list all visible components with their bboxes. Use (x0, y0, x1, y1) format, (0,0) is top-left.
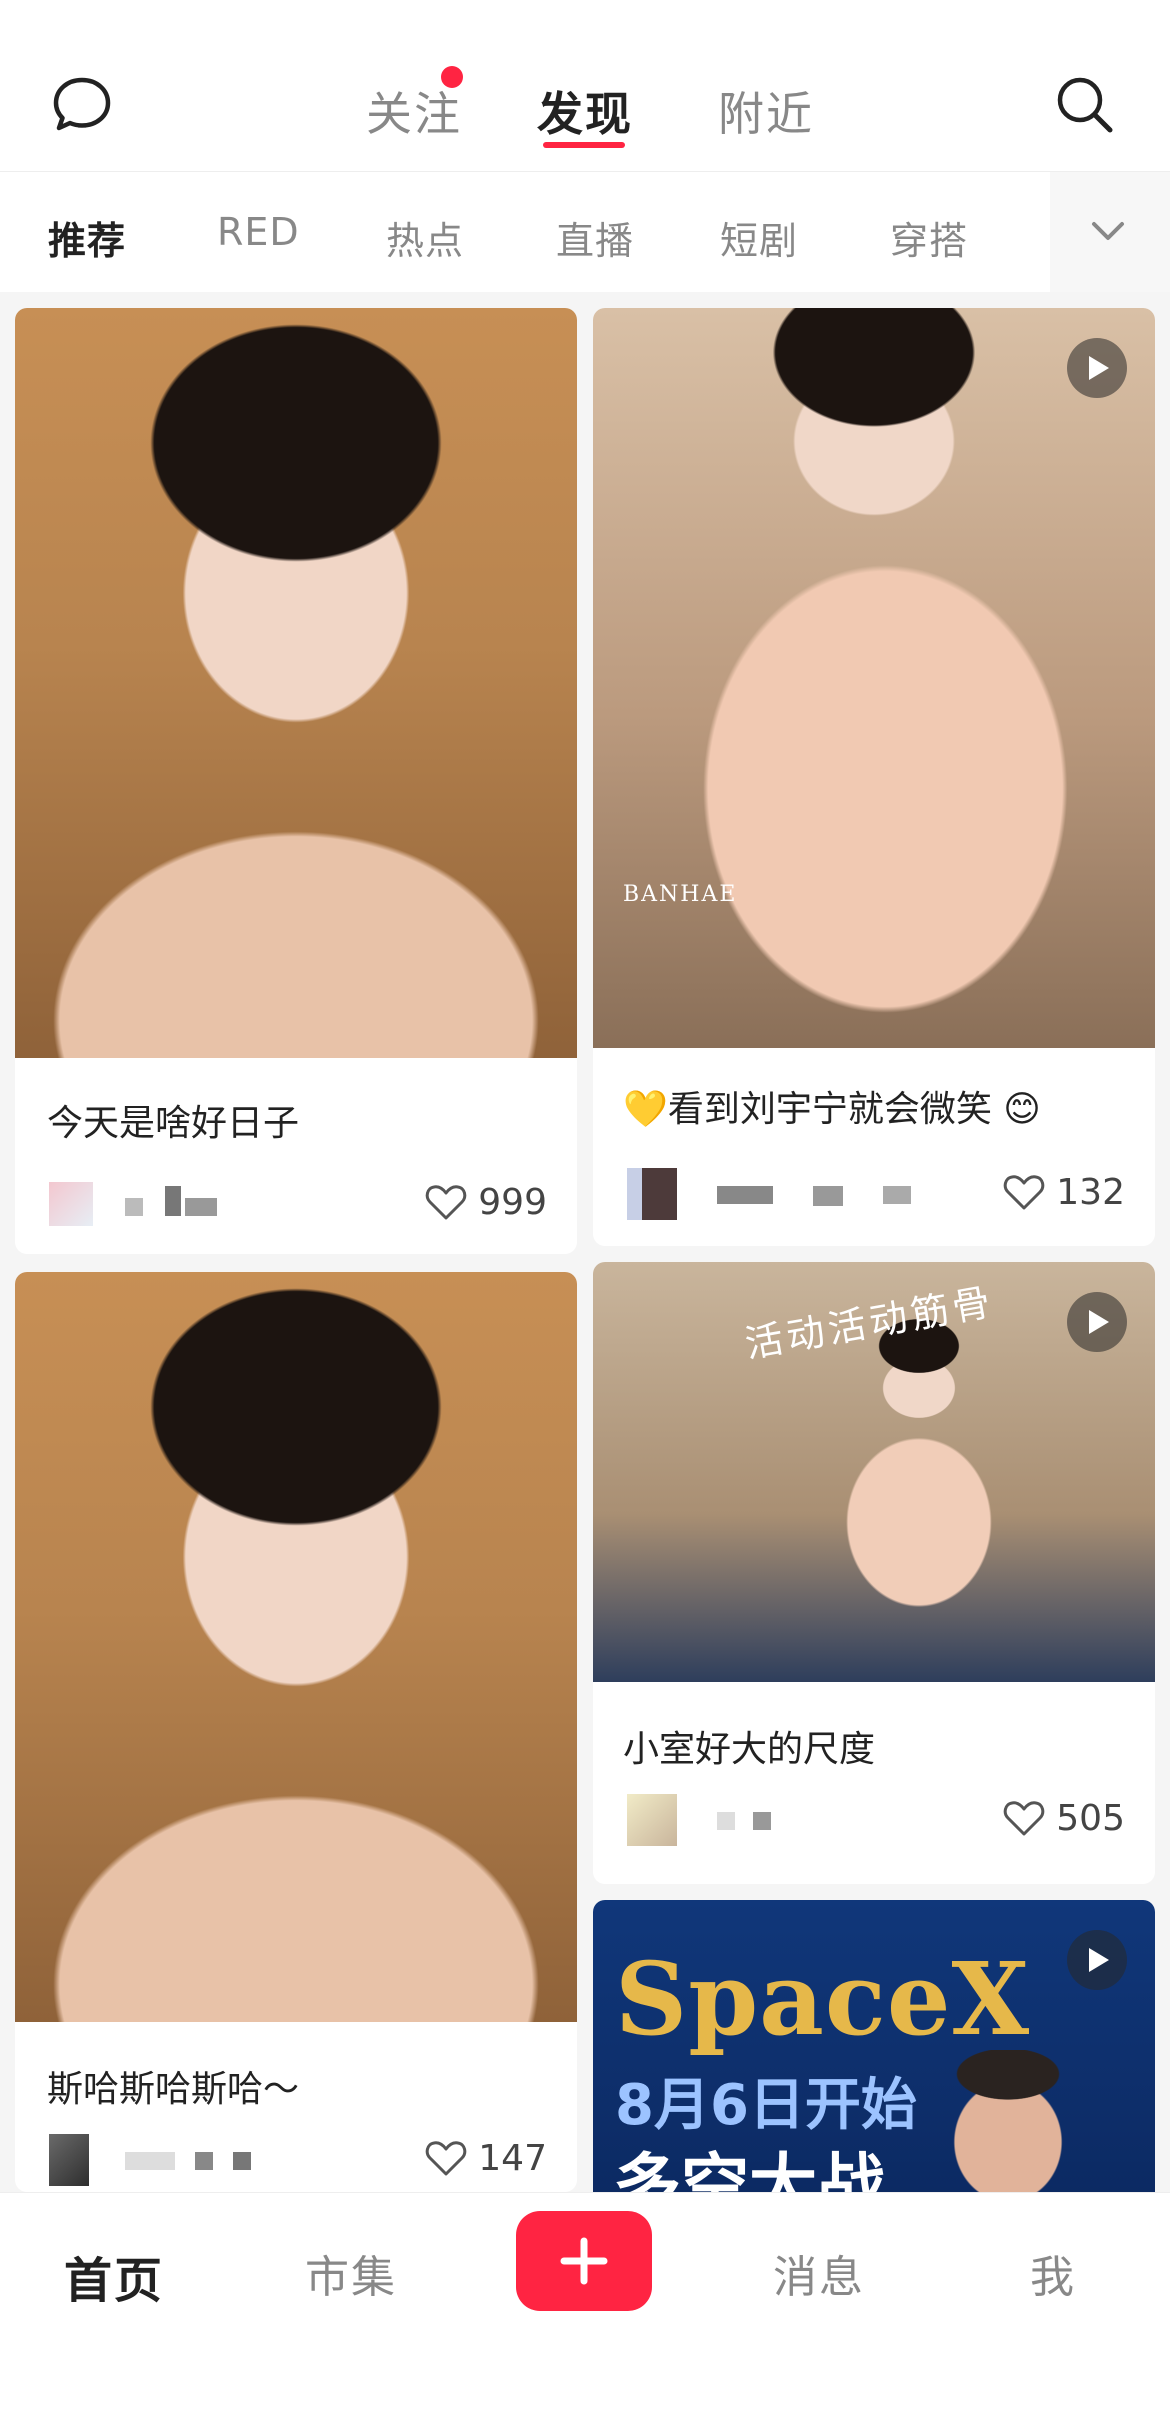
card-title: 今天是啥好日子 (47, 1103, 300, 1144)
ad-date: 8月6日开始 (615, 2073, 917, 2138)
like-counter[interactable]: 505 (1002, 1790, 1125, 1846)
top-navigation: 关注 发现 附近 (0, 0, 1170, 172)
category-red[interactable]: RED (217, 210, 300, 254)
nav-me[interactable]: 我 (1030, 2241, 1076, 2305)
heart-icon (426, 2141, 467, 2176)
video-badge (1067, 1292, 1127, 1352)
card-image (15, 308, 577, 1058)
heart-icon (1004, 1175, 1045, 1210)
play-icon (1089, 1948, 1109, 1972)
category-outfit[interactable]: 穿搭 (890, 210, 968, 265)
like-counter[interactable]: 147 (424, 2130, 547, 2186)
avatar (627, 1168, 677, 1220)
card-image (15, 1272, 577, 2022)
heart-icon (1004, 1801, 1045, 1836)
like-count: 505 (1056, 1797, 1125, 1839)
author-info[interactable] (39, 1174, 339, 1230)
like-counter[interactable]: 999 (424, 1174, 547, 1230)
plus-icon (560, 2237, 608, 2285)
author-name-blurred (233, 2152, 251, 2170)
author-name-blurred (753, 1812, 771, 1830)
chat-bubble-icon[interactable] (50, 72, 114, 136)
card-image: BANHAE (593, 308, 1155, 1048)
category-expand-button[interactable] (1050, 172, 1170, 292)
card-title: 💛看到刘宇宁就会微笑 😊 (623, 1089, 1041, 1130)
active-tab-indicator (543, 142, 625, 148)
search-icon[interactable] (1052, 72, 1116, 136)
feed-card[interactable]: BANHAE 💛看到刘宇宁就会微笑 😊 132 (593, 308, 1155, 1246)
author-name-blurred (165, 1186, 181, 1216)
card-title: 小室好大的尺度 (623, 1729, 876, 1770)
play-icon (1089, 356, 1109, 380)
bottom-navigation: 首页 市集 消息 我 (0, 2192, 1170, 2429)
tab-follow[interactable]: 关注 (366, 78, 462, 144)
author-name-blurred (125, 2152, 175, 2170)
video-badge (1067, 338, 1127, 398)
avatar (627, 1794, 677, 1846)
author-name-blurred (883, 1186, 911, 1204)
author-name-blurred (717, 1186, 773, 1204)
nav-home[interactable]: 首页 (64, 2241, 164, 2311)
tab-discover[interactable]: 发现 (537, 78, 633, 144)
video-badge (1067, 1930, 1127, 1990)
video-overlay-text: 活动活动筋骨 (741, 1279, 998, 1367)
author-name-blurred (185, 1198, 217, 1216)
ad-subtitle: 多空大战 (613, 2147, 886, 2192)
tab-nearby[interactable]: 附近 (718, 78, 814, 144)
feed-card[interactable]: 活动活动筋骨 小室好大的尺度 505 (593, 1262, 1155, 1884)
watermark-text: BANHAE (623, 882, 738, 907)
category-bar: 推荐 RED 热点 直播 短剧 穿搭 (0, 172, 1170, 292)
feed-card[interactable]: 斯哈斯哈斯哈～ 147 (15, 1272, 577, 2192)
publish-button[interactable] (516, 2211, 652, 2311)
author-name-blurred (125, 1198, 143, 1216)
play-icon (1089, 1310, 1109, 1334)
avatar (49, 1182, 93, 1226)
author-info[interactable] (617, 1790, 917, 1846)
ad-person-photo (918, 2050, 1098, 2192)
chevron-down-icon (1092, 222, 1124, 240)
author-name-blurred (717, 1812, 735, 1830)
author-info[interactable] (617, 1164, 917, 1220)
heart-icon (426, 1185, 467, 1220)
author-info[interactable] (39, 2130, 339, 2186)
ad-headline: SpaceX (615, 1940, 1031, 2058)
feed-card[interactable]: 今天是啥好日子 999 (15, 308, 577, 1254)
like-count: 147 (478, 2137, 547, 2179)
category-hot[interactable]: 热点 (386, 210, 464, 265)
category-short-drama[interactable]: 短剧 (720, 210, 798, 265)
feed-card-ad[interactable]: SpaceX 8月6日开始 多空大战 (593, 1900, 1155, 2192)
card-title: 斯哈斯哈斯哈～ (47, 2069, 300, 2110)
like-count: 999 (478, 1181, 547, 1223)
like-counter[interactable]: 132 (1002, 1164, 1125, 1220)
avatar (49, 2134, 89, 2186)
category-live[interactable]: 直播 (556, 210, 634, 265)
nav-messages[interactable]: 消息 (773, 2241, 865, 2305)
author-name-blurred (813, 1186, 843, 1206)
author-name-blurred (195, 2152, 213, 2170)
nav-market[interactable]: 市集 (305, 2241, 397, 2305)
category-recommend[interactable]: 推荐 (48, 210, 126, 265)
notification-dot (441, 66, 463, 88)
like-count: 132 (1056, 1171, 1125, 1213)
